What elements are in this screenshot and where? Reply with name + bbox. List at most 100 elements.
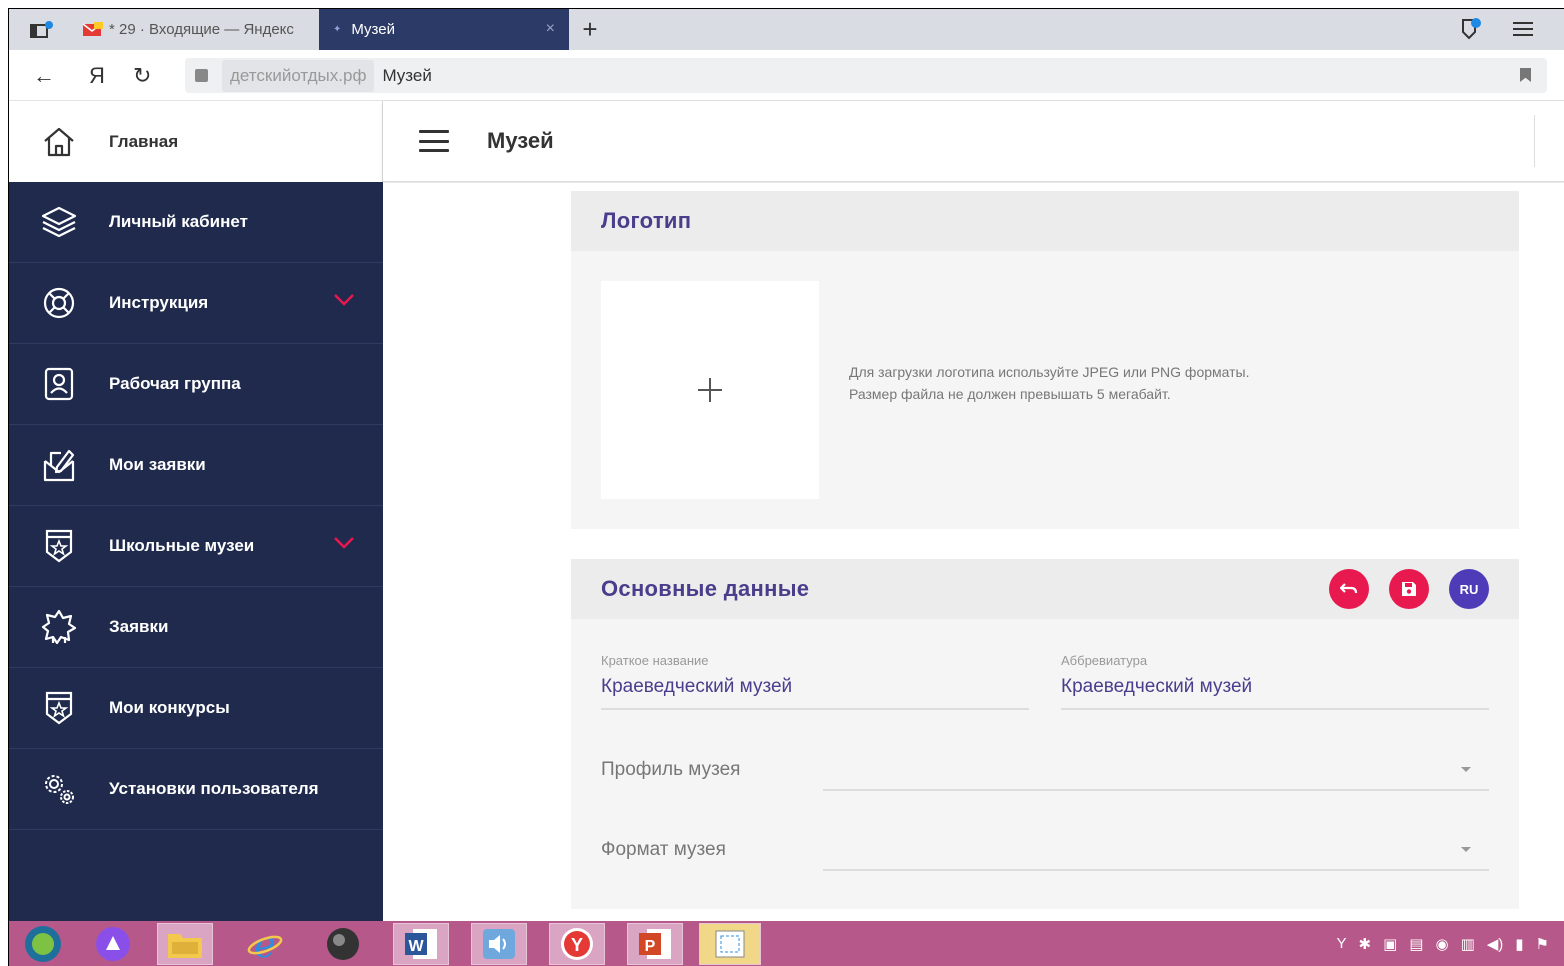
taskbar-ie[interactable]: e <box>237 923 293 965</box>
tab-bar: * 29 · Входящие — Яндекс ✦ Музей × + <box>9 9 1564 50</box>
volume-icon[interactable]: ◀) <box>1487 935 1504 953</box>
undo-button[interactable] <box>1329 569 1369 609</box>
taskbar-yandex-browser[interactable]: Y <box>549 923 605 965</box>
update-icon[interactable]: ▣ <box>1383 935 1397 953</box>
battery-icon[interactable]: ▮ <box>1515 935 1523 953</box>
main-content: Логотип Для загрузки логотипа используйт… <box>383 183 1564 923</box>
url-field[interactable]: детскийотдых.рф Музей <box>185 58 1547 93</box>
format-select[interactable] <box>823 869 1489 871</box>
sidebar-item-label: Школьные музеи <box>109 536 255 555</box>
tab-mail[interactable]: * 29 · Входящие — Яндекс <box>73 9 319 50</box>
sidebar-item-label: Личный кабинет <box>109 212 248 231</box>
sidebar: Личный кабинет Инструкция Рабочая группа… <box>9 182 383 922</box>
url-page-title: Музей <box>382 65 432 85</box>
yandex-tray-icon[interactable]: Y <box>1337 935 1347 953</box>
header-divider <box>1534 115 1535 167</box>
profile-label: Профиль музея <box>601 759 741 780</box>
back-arrow-icon[interactable]: ← <box>33 63 55 89</box>
hint-line: Для загрузки логотипа используйте JPEG и… <box>849 364 1250 380</box>
taskbar-sound[interactable] <box>471 923 527 965</box>
home-icon <box>9 124 109 160</box>
plus-icon <box>698 378 722 402</box>
close-tab-icon[interactable]: × <box>546 20 555 38</box>
taskbar-alice[interactable] <box>87 923 139 965</box>
sidebar-item-school-museums[interactable]: Школьные музеи <box>9 506 383 587</box>
reload-icon[interactable]: ↻ <box>133 63 151 89</box>
sidebar-item-label: Мои конкурсы <box>109 698 230 717</box>
browser-window: * 29 · Входящие — Яндекс ✦ Музей × + ← Я… <box>8 8 1564 966</box>
lock-icon <box>195 69 208 82</box>
sidebar-item-user-settings[interactable]: Установки пользователя <box>9 749 383 830</box>
logo-section: Логотип Для загрузки логотипа используйт… <box>571 191 1519 529</box>
sidebar-item-my-contests[interactable]: Мои конкурсы <box>9 668 383 749</box>
address-bar: ← Я ↻ детскийотдых.рф Музей <box>9 50 1564 101</box>
logo-upload-hint: Для загрузки логотипа используйте JPEG и… <box>849 361 1250 405</box>
star-shield-icon <box>9 528 109 564</box>
svg-text:e: e <box>254 925 275 963</box>
layers-icon <box>9 204 109 240</box>
abbreviation-field[interactable]: Аббревиатура Краеведческий музей <box>1061 653 1489 710</box>
svg-text:Y: Y <box>571 935 583 955</box>
sidebar-item-home[interactable]: Главная <box>9 101 383 182</box>
alice-icon <box>96 927 130 961</box>
media-player-icon <box>327 928 359 960</box>
bookmark-icon[interactable] <box>1520 68 1531 82</box>
page-favicon-icon: ✦ <box>333 24 342 35</box>
internet-explorer-icon: e <box>247 925 283 963</box>
yandex-button[interactable]: Я <box>89 63 105 89</box>
save-button[interactable] <box>1389 569 1429 609</box>
field-value: Краеведческий музей <box>601 676 793 697</box>
taskbar-explorer[interactable] <box>157 923 213 965</box>
sidebar-item-my-requests[interactable]: Мои заявки <box>9 425 383 506</box>
sidebar-item-label: Рабочая группа <box>109 374 241 393</box>
section-title: Логотип <box>571 191 1519 251</box>
short-name-field[interactable]: Краткое название Краеведческий музей <box>601 653 1029 710</box>
profile-select[interactable] <box>823 789 1489 791</box>
sidebar-item-label: Мои заявки <box>109 455 206 474</box>
downloads-icon[interactable] <box>1459 18 1481 40</box>
sidebar-item-workgroup[interactable]: Рабочая группа <box>9 344 383 425</box>
tab-museum[interactable]: ✦ Музей × <box>319 9 569 50</box>
taskbar: e W Y P Y ✱ ▣ ▤ ◉ ▥ ◀) ▮ ⚑ <box>9 921 1564 966</box>
logo-upload-area[interactable] <box>601 281 819 499</box>
tabs-panel-icon <box>30 20 53 38</box>
new-tab-button[interactable]: + <box>575 9 605 50</box>
system-tray: Y ✱ ▣ ▤ ◉ ▥ ◀) ▮ ⚑ <box>1337 935 1550 953</box>
chevron-down-icon[interactable] <box>333 536 355 550</box>
dropdown-arrow-icon[interactable] <box>1461 847 1471 852</box>
start-button[interactable] <box>17 923 69 965</box>
sidebar-item-cabinet[interactable]: Личный кабинет <box>9 182 383 263</box>
url-domain: детскийотдых.рф <box>222 59 375 92</box>
yandex-browser-icon: Y <box>561 928 593 960</box>
taskbar-powerpoint[interactable]: P <box>627 923 683 965</box>
dropdown-arrow-icon[interactable] <box>1461 767 1471 772</box>
field-label: Аббревиатура <box>1061 653 1148 668</box>
language-button[interactable]: RU <box>1449 569 1489 609</box>
network-icon[interactable]: ▥ <box>1461 935 1475 953</box>
main-data-section: Основные данные RU Краткое название Крае… <box>571 559 1519 909</box>
antivirus-icon[interactable]: ◉ <box>1435 935 1448 953</box>
save-icon <box>1402 582 1416 596</box>
tab-label: * 29 · Входящие — Яндекс <box>109 21 294 38</box>
svg-text:P: P <box>645 938 656 955</box>
taskbar-media[interactable] <box>315 923 371 965</box>
lifebuoy-icon <box>9 285 109 321</box>
field-underline <box>1061 708 1489 710</box>
sidebar-item-instruction[interactable]: Инструкция <box>9 263 383 344</box>
svg-text:W: W <box>408 938 424 955</box>
tabs-panel-button[interactable] <box>13 9 69 50</box>
taskbar-snipping[interactable] <box>699 923 761 965</box>
taskbar-word[interactable]: W <box>393 923 449 965</box>
chevron-down-icon[interactable] <box>333 293 355 307</box>
bluetooth-icon[interactable]: ✱ <box>1359 935 1372 953</box>
sidebar-item-requests[interactable]: Заявки <box>9 587 383 668</box>
page-header: Музей <box>383 101 1564 182</box>
folder-icon <box>168 934 202 958</box>
display-icon[interactable]: ▤ <box>1409 935 1423 953</box>
flag-icon[interactable]: ⚑ <box>1536 935 1549 953</box>
hamburger-menu-icon[interactable] <box>419 130 449 152</box>
speaker-icon <box>483 929 515 959</box>
windows-orb-icon <box>25 926 61 962</box>
page-title: Музей <box>487 128 554 153</box>
menu-icon[interactable] <box>1513 21 1533 37</box>
